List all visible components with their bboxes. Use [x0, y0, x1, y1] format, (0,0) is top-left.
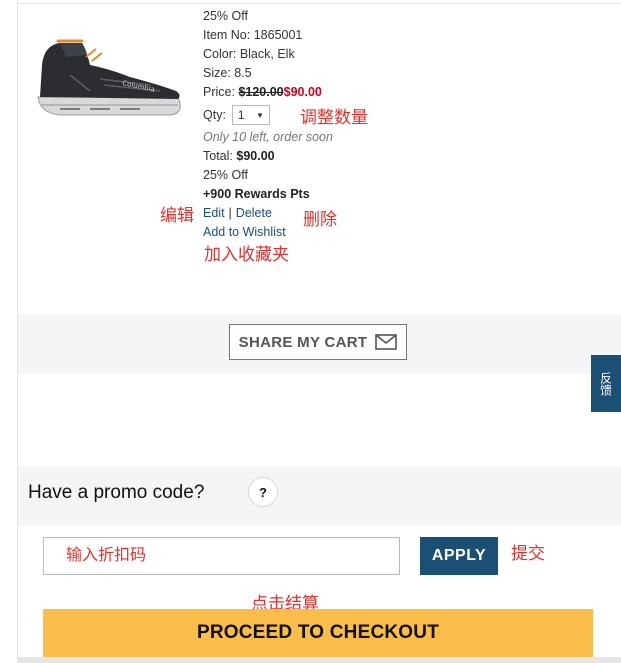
- rewards-points: +900 Rewards Pts: [203, 187, 310, 201]
- share-label: SHARE MY CART: [238, 333, 368, 351]
- dropdown-arrow-icon: ▼: [256, 110, 264, 120]
- feedback-label: 反馈: [598, 371, 613, 396]
- annotation-delete: 删除: [303, 210, 337, 229]
- total-label: Total:: [203, 149, 233, 163]
- apply-button[interactable]: APPLY: [420, 537, 498, 575]
- annotation-submit: 提交: [511, 544, 545, 563]
- discount-bottom: 25% Off: [203, 168, 248, 182]
- edit-link[interactable]: Edit: [203, 206, 225, 220]
- total-row: Total: $90.00: [203, 147, 333, 166]
- envelope-icon: [375, 334, 398, 350]
- product-image[interactable]: Columbia: [30, 35, 185, 125]
- stock-note: Only 10 left, order soon: [203, 130, 333, 144]
- item-number: Item No: 1865001: [203, 28, 303, 42]
- bottom-divider: [18, 657, 621, 663]
- annotation-add-wishlist: 加入收藏夹: [204, 245, 289, 264]
- annotation-adjust-qty: 调整数量: [300, 108, 368, 127]
- promo-code-input[interactable]: [43, 537, 400, 575]
- delete-link[interactable]: Delete: [236, 206, 272, 220]
- promo-help-button[interactable]: ?: [248, 477, 278, 507]
- shoe-illustration: Columbia: [37, 39, 181, 116]
- product-size: Size: 8.5: [203, 66, 252, 80]
- feedback-tab[interactable]: 反馈: [591, 355, 621, 412]
- price-row: Price: $120.00$90.00: [203, 83, 333, 102]
- product-color: Color: Black, Elk: [203, 47, 295, 61]
- quantity-select[interactable]: 1 ▼: [231, 105, 270, 125]
- qty-label: Qty:: [203, 107, 226, 122]
- share-my-cart-button[interactable]: SHARE MY CART: [229, 324, 407, 360]
- proceed-to-checkout-button[interactable]: PROCEED TO CHECKOUT: [43, 609, 593, 657]
- total-value: $90.00: [236, 149, 275, 163]
- price-original: $120.00: [238, 85, 284, 99]
- promo-title: Have a promo code?: [28, 482, 205, 503]
- price-sale: $90.00: [283, 85, 322, 99]
- annotation-edit: 编辑: [160, 206, 194, 225]
- price-label: Price:: [203, 85, 235, 99]
- discount-top: 25% Off: [203, 9, 248, 23]
- qty-value: 1: [237, 107, 245, 122]
- top-divider: [17, 3, 621, 4]
- link-separator: |: [228, 206, 232, 220]
